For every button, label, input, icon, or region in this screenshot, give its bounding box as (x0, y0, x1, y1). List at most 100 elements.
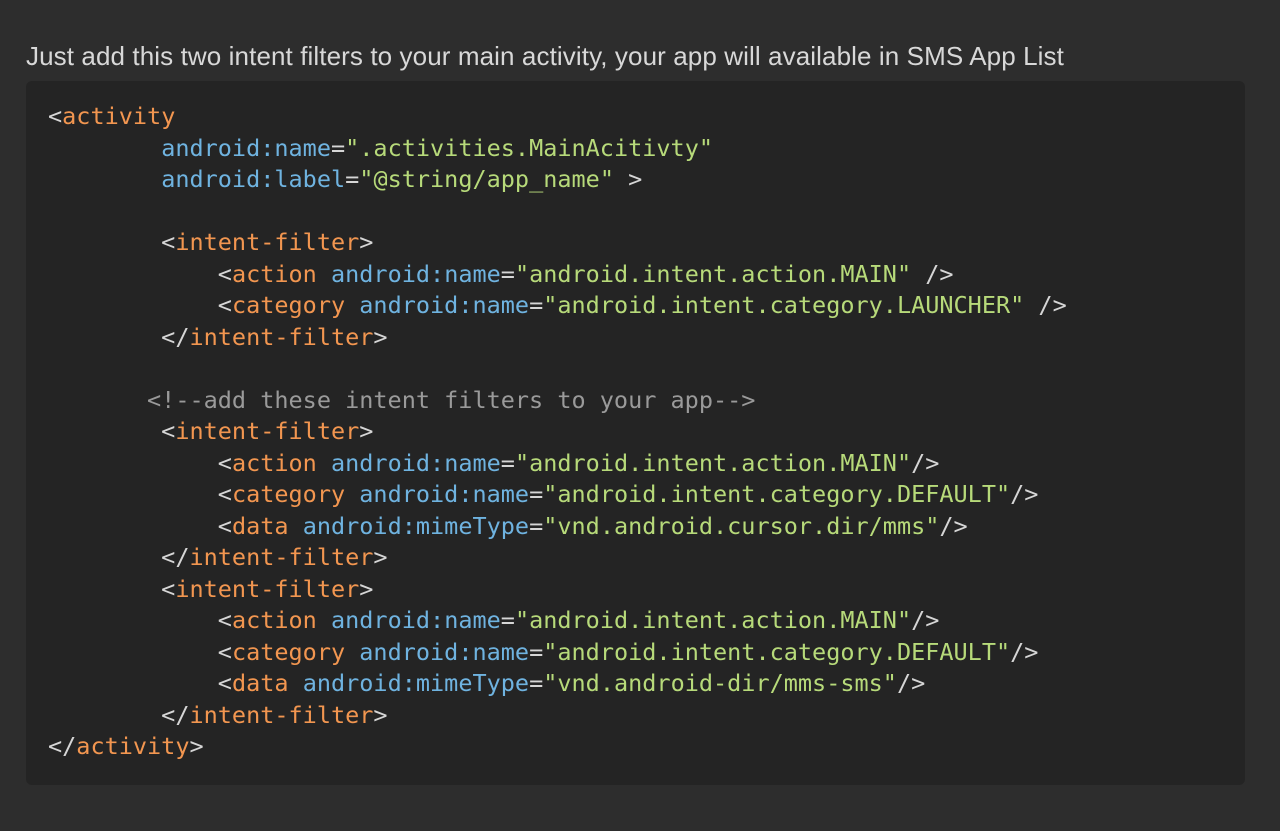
code-punctuation: = (529, 480, 544, 508)
code-punctuation: > (373, 700, 388, 729)
code-attribute-value: "vnd.android-dir/mms-sms" (543, 669, 897, 697)
code-attribute-name: mimeType (415, 669, 530, 697)
code-line: <activity (48, 101, 1067, 133)
code-punctuation (289, 669, 303, 697)
code-tag-name: intent-filter (175, 417, 360, 445)
code-attribute-colon: : (458, 637, 473, 666)
code-punctuation: /> (1024, 291, 1067, 319)
code-punctuation: > (189, 732, 204, 760)
code-line: </intent-filter> (48, 700, 1067, 732)
code-attribute-namespace: android (330, 606, 431, 634)
code-tag-name: category (231, 480, 346, 508)
code-line: <action android:name="android.intent.act… (48, 259, 1067, 291)
code-tag-name: category (231, 637, 346, 666)
code-content[interactable]: <activity android:name=".activities.Main… (48, 101, 1067, 763)
code-tag-name: activity (62, 102, 176, 130)
code-comment: <!--add these intent filters to your app… (48, 385, 756, 414)
code-tag-name: action (231, 259, 317, 288)
code-attribute-value: "android.intent.action.MAIN" (514, 448, 912, 477)
code-attribute-name: name (274, 133, 331, 162)
code-attribute-name: name (444, 606, 501, 634)
code-punctuation: /> (1010, 480, 1039, 508)
code-attribute-namespace: android (302, 511, 402, 540)
code-line: <intent-filter> (48, 227, 1067, 259)
code-attribute-namespace: android (359, 480, 459, 508)
code-tag-name: intent-filter (175, 228, 360, 256)
code-punctuation (317, 606, 331, 634)
code-line: </intent-filter> (48, 542, 1067, 574)
code-attribute-name: name (472, 637, 530, 666)
code-attribute-colon: : (430, 448, 445, 477)
code-line: android:label="@string/app_name" > (48, 164, 1067, 196)
code-attribute-value: "android.intent.category.LAUNCHER" (543, 291, 1025, 319)
code-line: <category android:name="android.intent.c… (48, 479, 1067, 511)
code-punctuation: </ (48, 700, 190, 729)
code-attribute-namespace: android (161, 133, 261, 162)
code-attribute-namespace: android (359, 637, 459, 666)
code-attribute-namespace: android (359, 291, 459, 319)
code-punctuation: < (48, 228, 176, 256)
code-attribute-name: label (274, 165, 346, 193)
code-punctuation (345, 638, 359, 666)
code-punctuation (48, 134, 161, 162)
code-attribute-value: "android.intent.action.MAIN" (514, 606, 912, 634)
code-attribute-colon: : (260, 165, 275, 193)
code-punctuation (317, 449, 331, 477)
code-punctuation: </ (48, 322, 190, 351)
code-punctuation: = (330, 133, 346, 162)
code-punctuation: = (529, 669, 544, 697)
code-attribute-value: "vnd.android.cursor.dir/mms" (543, 511, 940, 540)
code-punctuation: = (529, 637, 544, 666)
code-punctuation: < (48, 606, 232, 634)
code-punctuation: < (48, 259, 232, 288)
code-punctuation: < (48, 637, 232, 666)
code-attribute-colon: : (458, 480, 473, 508)
code-attribute-name: name (472, 480, 530, 508)
code-punctuation: < (48, 574, 176, 603)
code-punctuation: </ (48, 543, 190, 571)
code-punctuation: = (529, 511, 544, 540)
code-punctuation: < (48, 480, 232, 508)
code-punctuation: > (359, 417, 374, 445)
code-punctuation: /> (911, 448, 940, 477)
code-punctuation (345, 480, 359, 508)
code-tag-name: activity (76, 732, 190, 760)
code-attribute-value: "android.intent.category.DEFAULT" (543, 480, 1011, 508)
code-attribute-colon: : (430, 259, 445, 288)
code-line: </intent-filter> (48, 322, 1067, 354)
code-tag-name: category (231, 291, 346, 319)
code-punctuation: < (48, 102, 63, 130)
code-punctuation (48, 165, 161, 193)
code-punctuation: /> (911, 259, 954, 288)
code-block[interactable]: <activity android:name=".activities.Main… (26, 81, 1245, 785)
code-attribute-colon: : (458, 291, 473, 319)
code-line: <action android:name="android.intent.act… (48, 605, 1067, 637)
code-punctuation (289, 512, 303, 540)
code-tag-name: intent-filter (189, 322, 374, 351)
code-attribute-name: name (444, 448, 501, 477)
code-line: </activity> (48, 731, 1067, 763)
code-attribute-name: name (444, 259, 501, 288)
code-punctuation: < (48, 417, 176, 445)
code-punctuation: > (373, 543, 388, 571)
code-punctuation: > (359, 228, 374, 256)
code-attribute-namespace: android (302, 669, 402, 697)
code-line: <intent-filter> (48, 574, 1067, 606)
code-punctuation: < (48, 291, 232, 319)
code-punctuation: = (345, 165, 360, 193)
code-attribute-value: "@string/app_name" (359, 165, 614, 193)
intro-text: Just add this two intent filters to your… (26, 41, 1064, 71)
code-line: <category android:name="android.intent.c… (48, 290, 1067, 322)
code-line: <intent-filter> (48, 416, 1067, 448)
code-attribute-colon: : (401, 669, 416, 697)
code-punctuation: > (359, 574, 374, 603)
code-punctuation: > (613, 165, 643, 193)
code-punctuation: = (500, 448, 515, 477)
code-punctuation: </ (48, 732, 77, 760)
code-line: <data android:mimeType="vnd.android.curs… (48, 511, 1067, 543)
code-attribute-value: ".activities.MainAcitivty" (345, 133, 713, 162)
code-punctuation: = (529, 291, 544, 319)
code-tag-name: intent-filter (189, 543, 374, 571)
